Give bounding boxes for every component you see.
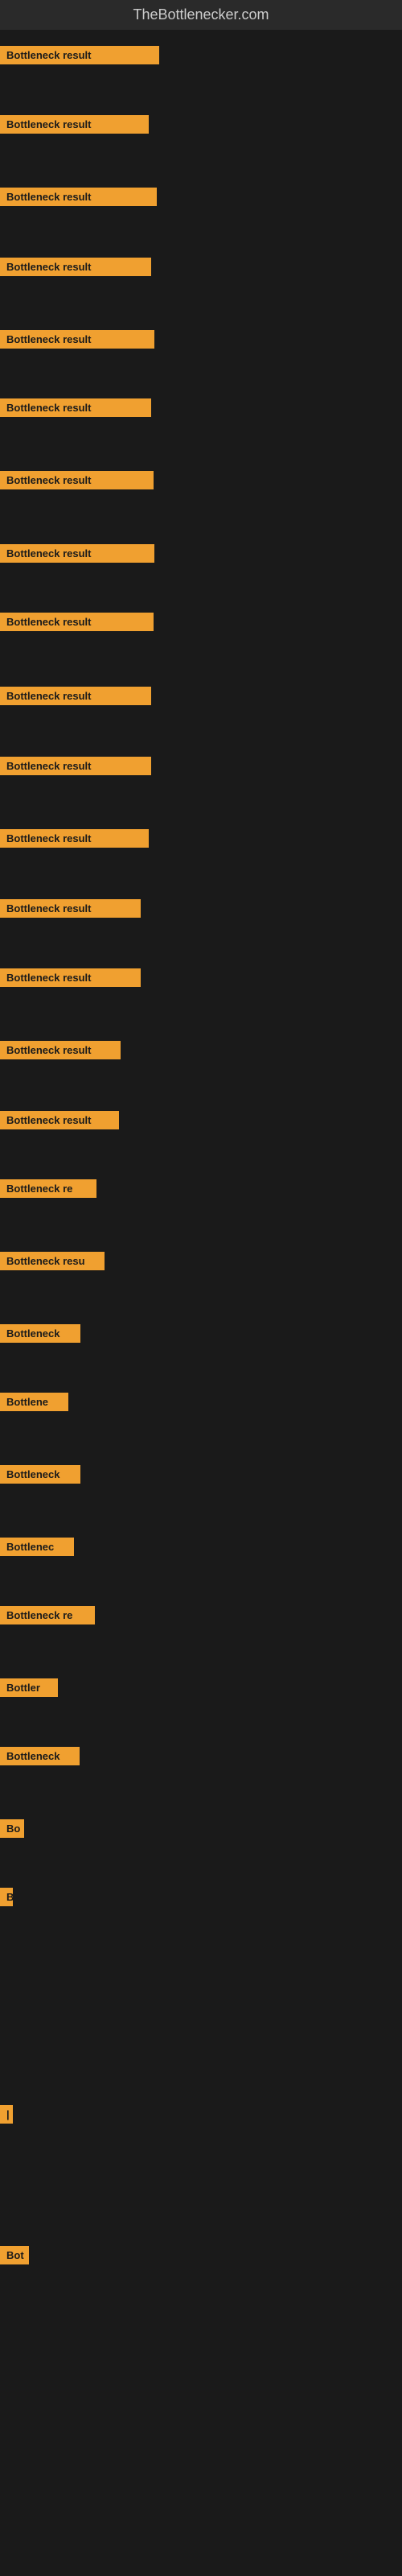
bottleneck-item: Bottler [0,1678,58,1701]
bottleneck-item: Bottleneck resu [0,1252,105,1274]
bottleneck-item: Bottleneck result [0,899,141,922]
bottleneck-item: Bottleneck [0,1747,80,1769]
bottleneck-item: Bottleneck re [0,1606,95,1629]
bottleneck-label: Bottleneck re [0,1606,95,1624]
bottleneck-label: Bot [0,2246,29,2264]
bottleneck-item: Bottleneck result [0,471,154,493]
bottleneck-item: Bottleneck re [0,1179,96,1202]
bottleneck-item: Bottleneck result [0,968,141,991]
bottleneck-label: Bottleneck result [0,687,151,705]
bottleneck-label: Bottleneck result [0,613,154,631]
bottleneck-label: Bottleneck [0,1747,80,1765]
bottleneck-item: Bo [0,1819,24,1842]
bottleneck-item: Bottlene [0,1393,68,1415]
bottleneck-label: Bottleneck result [0,188,157,206]
bottleneck-label: Bottleneck result [0,829,149,848]
bottleneck-label: Bottleneck result [0,1041,121,1059]
bottleneck-label: Bottleneck result [0,330,154,349]
site-title: TheBottlenecker.com [0,0,402,30]
bottleneck-label: Bottlene [0,1393,68,1411]
bottleneck-item: Bottlenec [0,1538,74,1560]
bottleneck-label: Bottleneck [0,1465,80,1484]
bottleneck-label: Bottleneck result [0,1111,119,1129]
bottleneck-item: B [0,1888,13,1910]
bottleneck-label: Bottleneck result [0,968,141,987]
bottleneck-label: Bottleneck result [0,544,154,563]
bottleneck-label: Bottler [0,1678,58,1697]
bottleneck-label: Bottleneck result [0,757,151,775]
bottleneck-label: Bottleneck result [0,46,159,64]
bottleneck-label: Bo [0,1819,24,1838]
bottleneck-item: Bottleneck result [0,1041,121,1063]
bottleneck-item: Bottleneck result [0,544,154,567]
bottleneck-item: Bottleneck result [0,398,151,421]
bottleneck-item: Bottleneck result [0,687,151,709]
bottleneck-label: Bottleneck result [0,115,149,134]
bottleneck-item: | [0,2105,13,2128]
bottleneck-item: Bottleneck result [0,258,151,280]
bottleneck-item: Bot [0,2246,29,2268]
bottleneck-label: Bottleneck result [0,258,151,276]
bottleneck-label: Bottlenec [0,1538,74,1556]
bottleneck-item: Bottleneck [0,1324,80,1347]
bottleneck-label: Bottleneck [0,1324,80,1343]
bottleneck-item: Bottleneck result [0,188,157,210]
bottleneck-item: Bottleneck result [0,115,149,138]
bottleneck-item: Bottleneck result [0,613,154,635]
bottleneck-label: Bottleneck result [0,471,154,489]
bottleneck-item: Bottleneck result [0,330,154,353]
bottleneck-label: Bottleneck result [0,398,151,417]
bottleneck-label: Bottleneck re [0,1179,96,1198]
bottleneck-item: Bottleneck [0,1465,80,1488]
bottleneck-label: Bottleneck result [0,899,141,918]
bottleneck-item: Bottleneck result [0,1111,119,1133]
bottleneck-label: Bottleneck resu [0,1252,105,1270]
bottleneck-item: Bottleneck result [0,829,149,852]
bottleneck-item: Bottleneck result [0,46,159,68]
bottleneck-label: | [0,2105,13,2124]
bottleneck-label: B [0,1888,13,1906]
bottleneck-item: Bottleneck result [0,757,151,779]
